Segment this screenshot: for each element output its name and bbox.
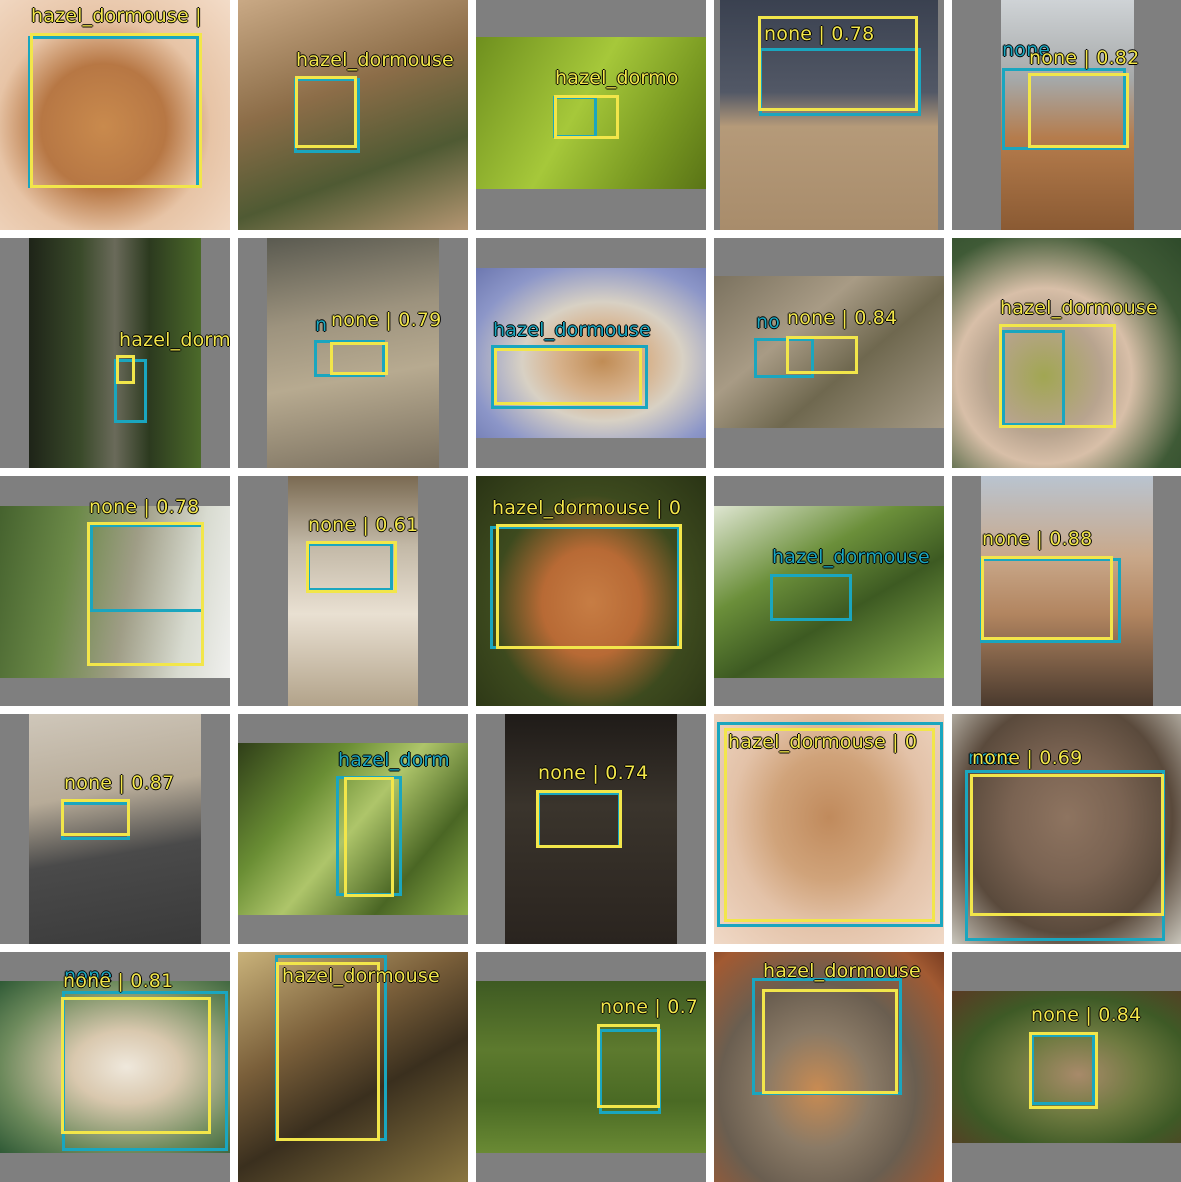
pred-label: none | 0.78	[89, 496, 200, 518]
pred-label: none | 0.7	[600, 996, 699, 1018]
pred-label: hazel_dormouse | 0	[728, 731, 918, 753]
pred-label: none | 0.87	[64, 772, 175, 794]
pred-box	[61, 799, 130, 836]
tile-r5c3: none | 0.7	[476, 952, 706, 1182]
pred-box	[87, 522, 204, 666]
tile-r5c1: none none | 0.81	[0, 952, 230, 1182]
pred-box	[344, 777, 394, 897]
pred-label: none | 0.81	[63, 970, 174, 992]
pred-label: none | 0.84	[1031, 1004, 1142, 1026]
tile-r5c4: hazel_dormouse	[714, 952, 944, 1182]
pred-label: none | 0.74	[538, 762, 649, 784]
pred-box	[1029, 1032, 1098, 1109]
pred-box	[554, 95, 619, 139]
tile-r1c2: hazel_dormouse	[238, 0, 468, 230]
pred-label: none | 0.82	[1029, 47, 1140, 69]
pred-label: hazel_dormouse	[282, 965, 440, 987]
tile-r3c2: none | 0.61	[238, 476, 468, 706]
tile-r3c4: hazel_dormouse	[714, 476, 944, 706]
pred-box	[276, 962, 380, 1141]
pred-label: hazel_dorm	[119, 329, 230, 351]
pred-label: none | 0.79	[331, 309, 442, 331]
tile-r1c5: none none | 0.82	[952, 0, 1181, 230]
gt-label: n	[315, 314, 328, 336]
pred-label: none | 0.88	[982, 528, 1093, 550]
gt-label: hazel_dormouse	[772, 546, 930, 568]
pred-box	[30, 33, 202, 188]
pred-label: none | 0.84	[787, 307, 898, 329]
gt-label: hazel_dormouse	[493, 319, 651, 341]
pred-box	[496, 524, 682, 649]
gt-label: no	[756, 311, 781, 333]
tile-r1c1: hazel_dormouse |	[0, 0, 230, 230]
tile-r5c2: hazel_dormouse	[238, 952, 468, 1182]
pred-box	[330, 342, 388, 375]
pred-label: hazel_dormouse |	[31, 5, 202, 27]
pred-label: hazel_dormo	[555, 67, 679, 89]
pred-box	[116, 355, 135, 384]
gt-label: hazel_dorm	[338, 749, 450, 771]
tile-r3c5: none | 0.88	[952, 476, 1181, 706]
photo	[29, 238, 201, 468]
pred-label: hazel_dormouse	[1000, 297, 1158, 319]
pred-box	[494, 348, 642, 405]
pred-box	[536, 790, 622, 848]
tile-r1c3: hazel_dormo	[476, 0, 706, 230]
pred-label: hazel_dormouse	[763, 960, 921, 982]
pred-box	[970, 774, 1164, 916]
tile-r4c2: hazel_dorm	[238, 714, 468, 944]
pred-label: none | 0.69	[972, 747, 1083, 769]
pred-box	[724, 728, 935, 922]
tile-r1c4: none | 0.78	[714, 0, 944, 230]
pred-box	[762, 989, 898, 1094]
tile-r4c5: none none | 0.69	[952, 714, 1181, 944]
tile-r2c2: n none | 0.79	[238, 238, 468, 468]
pred-label: hazel_dormouse	[296, 49, 454, 71]
pred-box	[981, 556, 1113, 640]
tile-r4c1: none | 0.87	[0, 714, 230, 944]
pred-box	[597, 1024, 660, 1108]
tile-r3c3: hazel_dormouse | 0	[476, 476, 706, 706]
pred-label: none | 0.78	[764, 23, 875, 45]
tile-r3c1: none | 0.78	[0, 476, 230, 706]
pred-label: none | 0.61	[308, 514, 419, 536]
pred-box	[999, 324, 1116, 428]
pred-box	[61, 997, 211, 1134]
tile-r2c1: hazel_dorm	[0, 238, 230, 468]
pred-label: hazel_dormouse | 0	[492, 497, 682, 519]
pred-box	[1028, 73, 1129, 148]
gt-box	[770, 574, 852, 621]
tile-r2c5: hazel_dormouse	[952, 238, 1181, 468]
pred-box	[786, 336, 858, 374]
tile-r2c4: no none | 0.84	[714, 238, 944, 468]
tile-r5c5: none | 0.84	[952, 952, 1181, 1182]
tile-r4c3: none | 0.74	[476, 714, 706, 944]
pred-box	[295, 76, 357, 148]
tile-r2c3: hazel_dormouse	[476, 238, 706, 468]
tile-r4c4: hazel_dormouse | 0	[714, 714, 944, 944]
pred-box	[306, 541, 397, 593]
